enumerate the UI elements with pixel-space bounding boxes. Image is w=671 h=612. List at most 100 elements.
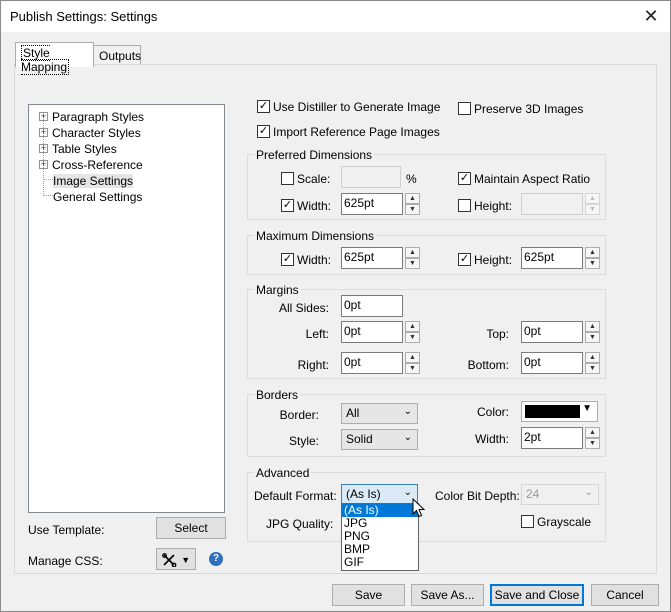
use-distiller-label: Use Distiller to Generate Image [273, 100, 441, 114]
save-as-button[interactable]: Save As... [411, 584, 484, 606]
preserve-3d-checkbox[interactable] [458, 102, 471, 115]
spin-down-icon[interactable]: ▼ [585, 258, 600, 269]
style-label: Style: [288, 434, 319, 448]
window-title: Publish Settings: Settings [10, 9, 158, 24]
grayscale-label: Grayscale [537, 515, 592, 529]
expand-icon[interactable]: + [39, 112, 48, 122]
max-height-input[interactable]: 625pt [521, 247, 583, 269]
spin-up-icon[interactable]: ▲ [405, 352, 420, 363]
import-ref-page-label: Import Reference Page Images [273, 125, 440, 139]
manage-css-label: Manage CSS: [28, 554, 103, 568]
border-width-input[interactable]: 2pt [521, 427, 583, 449]
expand-icon[interactable]: + [39, 128, 48, 138]
dropdown-option[interactable]: GIF [342, 556, 418, 569]
spin-down-icon[interactable]: ▼ [405, 258, 420, 269]
right-margin-input[interactable]: 0pt [341, 352, 403, 374]
settings-tree[interactable]: + Paragraph Styles + Character Styles + Tab… [28, 104, 225, 513]
max-width-input[interactable]: 625pt [341, 247, 403, 269]
use-distiller-checkbox[interactable]: ✓ [257, 100, 270, 113]
color-bit-depth-select[interactable]: 24 ⌄ [521, 484, 599, 505]
tree-item-paragraph-styles[interactable]: + Paragraph Styles [39, 109, 144, 125]
spin-up-icon[interactable]: ▲ [585, 427, 600, 438]
spin-up-icon[interactable]: ▲ [585, 247, 600, 258]
left-margin-input[interactable]: 0pt [341, 321, 403, 343]
maintain-aspect-checkbox[interactable]: ✓ [458, 172, 471, 185]
tree-item-general-settings[interactable]: General Settings [53, 189, 142, 205]
tree-item-cross-reference[interactable]: + Cross-Reference [39, 157, 143, 173]
spin-down-icon[interactable]: ▼ [585, 363, 600, 374]
manage-css-button[interactable]: ▼ [156, 548, 196, 570]
border-width-spinner[interactable]: ▲ ▼ [585, 427, 600, 449]
expand-icon[interactable]: + [39, 160, 48, 170]
all-sides-input[interactable]: 0pt [341, 295, 403, 317]
spin-up-icon[interactable]: ▲ [405, 247, 420, 258]
spin-down-icon[interactable]: ▼ [405, 204, 420, 215]
help-icon[interactable]: ? [209, 552, 223, 566]
tree-item-label: Table Styles [52, 141, 117, 156]
advanced-title: Advanced [254, 466, 312, 480]
preferred-height-checkbox[interactable] [458, 199, 471, 212]
preferred-width-spinner[interactable]: ▲ ▼ [405, 193, 420, 215]
save-button[interactable]: Save [332, 584, 405, 606]
spin-down-icon[interactable]: ▼ [585, 438, 600, 449]
preferred-height-label: Height: [474, 199, 513, 213]
tree-item-table-styles[interactable]: + Table Styles [39, 141, 117, 157]
color-picker[interactable]: ▼ [521, 401, 598, 422]
grayscale-checkbox[interactable] [521, 515, 534, 528]
chevron-down-icon: ⌄ [403, 432, 412, 443]
default-format-dropdown-list[interactable]: (As Is) JPG PNG BMP GIF [341, 503, 419, 571]
right-margin-spinner[interactable]: ▲ ▼ [405, 352, 420, 374]
chevron-down-icon: ⌄ [584, 487, 593, 498]
bottom-margin-spinner[interactable]: ▲ ▼ [585, 352, 600, 374]
spin-up-icon[interactable]: ▲ [585, 321, 600, 332]
save-and-close-button[interactable]: Save and Close [490, 584, 584, 606]
chevron-down-icon: ⌄ [403, 487, 412, 498]
top-margin-spinner[interactable]: ▲ ▼ [585, 321, 600, 343]
use-template-label: Use Template: [28, 523, 105, 537]
top-margin-input[interactable]: 0pt [521, 321, 583, 343]
expand-icon[interactable]: + [39, 144, 48, 154]
scale-unit: % [406, 172, 417, 186]
spin-down-icon[interactable]: ▼ [405, 363, 420, 374]
borders-title: Borders [254, 388, 301, 402]
close-icon[interactable]: ✕ [636, 3, 666, 29]
bottom-margin-input[interactable]: 0pt [521, 352, 583, 374]
cancel-button[interactable]: Cancel [591, 584, 659, 606]
spin-up-icon[interactable]: ▲ [585, 352, 600, 363]
scale-checkbox[interactable] [281, 172, 294, 185]
border-select[interactable]: All ⌄ [341, 403, 418, 424]
scale-input[interactable] [341, 166, 401, 188]
spin-up-icon[interactable]: ▲ [405, 321, 420, 332]
tab-style-mapping[interactable]: Style Mapping [15, 42, 94, 75]
spin-up-icon[interactable]: ▲ [585, 193, 600, 204]
import-ref-page-checkbox[interactable]: ✓ [257, 125, 270, 138]
color-swatch [525, 405, 580, 418]
spin-down-icon[interactable]: ▼ [585, 332, 600, 343]
preferred-height-spinner[interactable]: ▲ ▼ [585, 193, 600, 215]
tree-item-label: Character Styles [52, 125, 141, 140]
preferred-height-input[interactable] [521, 193, 583, 215]
max-width-checkbox[interactable]: ✓ [281, 253, 294, 266]
max-height-label: Height: [474, 253, 513, 267]
spin-up-icon[interactable]: ▲ [405, 193, 420, 204]
max-width-spinner[interactable]: ▲ ▼ [405, 247, 420, 269]
max-height-spinner[interactable]: ▲ ▼ [585, 247, 600, 269]
tree-item-character-styles[interactable]: + Character Styles [39, 125, 141, 141]
select-template-button[interactable]: Select [156, 517, 226, 539]
bottom-margin-label: Bottom: [467, 358, 509, 372]
triangle-down-icon: ▼ [582, 403, 592, 414]
spin-down-icon[interactable]: ▼ [405, 332, 420, 343]
mouse-cursor-icon [412, 498, 426, 518]
preferred-width-input[interactable]: 625pt [341, 193, 403, 215]
spin-down-icon[interactable]: ▼ [585, 204, 600, 215]
left-margin-spinner[interactable]: ▲ ▼ [405, 321, 420, 343]
tree-item-label: Image Settings [53, 173, 134, 188]
preferred-width-checkbox[interactable]: ✓ [281, 199, 294, 212]
style-select[interactable]: Solid ⌄ [341, 429, 418, 450]
border-select-value: All [346, 406, 360, 420]
default-format-select[interactable]: (As Is) ⌄ [341, 484, 418, 505]
jpg-quality-label: JPG Quality: [266, 517, 334, 531]
tree-item-image-settings[interactable]: Image Settings [53, 173, 134, 189]
max-height-checkbox[interactable]: ✓ [458, 253, 471, 266]
border-width-label: Width: [474, 432, 509, 446]
